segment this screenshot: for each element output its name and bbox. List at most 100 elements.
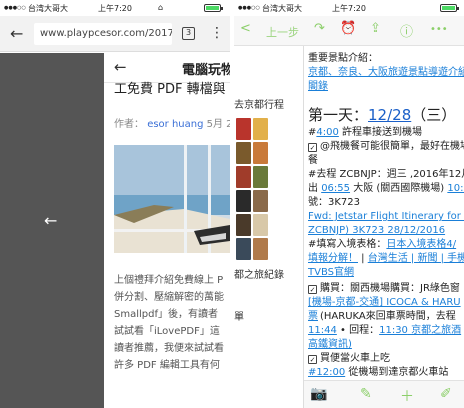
note-text: @飛機餐可能很簡單，最好在機場 xyxy=(320,141,464,152)
body-line: 讀者推薦，我便來試試看 xyxy=(114,343,224,354)
note-text: 從機場到達京都火車站 xyxy=(345,367,449,378)
battery-icon xyxy=(204,4,223,12)
back-icon[interactable]: ← xyxy=(10,24,23,43)
back-arrow-icon[interactable]: ← xyxy=(44,211,57,230)
carrier-name: 台湾大哥大 xyxy=(262,4,302,13)
article-body: 上個禮拜介紹免費線上 P 併分割、壓縮解密的萬能 Smallpdf」後，有讀者 … xyxy=(114,272,230,374)
brush-icon[interactable]: ✐ xyxy=(440,386,452,402)
info-icon[interactable]: ⓘ xyxy=(400,21,413,40)
status-bar: ●●●○○ 台湾大哥大 上午7:20 xyxy=(234,0,464,16)
article-back-icon[interactable]: ← xyxy=(114,58,127,76)
link-hotel-2[interactable]: 高鐵資訊) xyxy=(308,338,352,352)
checkbox-checked-icon[interactable]: ✓ xyxy=(308,285,317,294)
day-heading: 第一天：12/28（三） xyxy=(308,104,456,125)
note-text: 購買：關西機場購買：JR綠色窗 xyxy=(320,283,460,294)
carrier-name: 台湾大哥大 xyxy=(28,4,68,13)
note-text: • 回程： xyxy=(336,325,380,336)
link-kyoto-guide[interactable]: 京都、奈良、大阪旅遊景點導遊介紹 xyxy=(308,66,464,80)
status-time: 上午7:20 xyxy=(98,4,132,13)
checkbox-checked-icon[interactable]: ✓ xyxy=(308,355,317,364)
note-content[interactable]: 重要景點介紹： 京都、奈良、大阪旅遊景點導遊介紹 閣錄 第一天：12/28（三）… xyxy=(304,46,464,380)
checklist-item[interactable]: ✓ @飛機餐可能很簡單，最好在機場 xyxy=(308,140,464,154)
note-text: 號：3K723 xyxy=(308,197,361,208)
signal-icon: ●●●○○ xyxy=(4,5,26,11)
link-taiwan-life[interactable]: 台灣生活 | 新聞 | 手機版 xyxy=(368,253,464,264)
list-item-title[interactable]: 單 xyxy=(234,308,244,323)
link-entry-form-2[interactable]: 填報分解！ xyxy=(308,253,358,264)
list-item-title[interactable]: 去京都行程 xyxy=(234,96,284,111)
note-line: #4:00 許程車接送到機場 xyxy=(308,127,423,138)
note-line: #12:00 從機場到達京都火車站 xyxy=(308,366,448,380)
photo-thumbnails[interactable] xyxy=(236,118,272,266)
note-text: 許程車接送到機場 xyxy=(338,127,423,138)
url-field[interactable]: www.playpcesor.com/2017/0 xyxy=(34,23,172,45)
article-page: ← 電腦玩物 工免費 PDF 轉檔與 作者： esor huang 5月 2 上… xyxy=(104,53,230,408)
browser-url-bar: ← www.playpcesor.com/2017/0 3 ⋮ xyxy=(0,16,230,52)
undo-button[interactable]: 上一步 xyxy=(266,24,299,40)
redo-icon[interactable]: ↷ xyxy=(314,21,325,36)
note-line: 11:44 • 回程：11:30 京都之旅酒 xyxy=(308,324,461,338)
day-weekday: （三） xyxy=(411,106,457,124)
checklist-item[interactable]: ✓ 購買：關西機場購買：JR綠色窗 xyxy=(308,282,460,296)
time-link[interactable]: 06:55 xyxy=(321,183,350,194)
left-phone-screen: ●●●○○ 台湾大哥大 上午7:20 ⌂ ← www.playpcesor.co… xyxy=(0,0,230,408)
link-icoca-2[interactable]: 票 xyxy=(308,310,318,324)
link-flight-itinerary[interactable]: Fwd: Jetstar Flight Itinerary for Book xyxy=(308,210,464,224)
note-line: (HARUKA來回車票時間，去程 xyxy=(320,310,456,324)
time-link[interactable]: #12:00 xyxy=(308,367,345,378)
link-icoca[interactable]: [機場-京都-交通] ICOCA & HARU xyxy=(308,296,461,310)
note-text: 買便當火車上吃 xyxy=(320,353,390,364)
note-text: 出 xyxy=(308,183,322,194)
note-toolbar: < 上一步 ↷ ⏰ ⇪ ⓘ ••• xyxy=(234,16,464,46)
overflow-menu-icon[interactable]: ⋮ xyxy=(210,25,224,41)
note-bottom-toolbar: 📷 ✎ ＋ ✐ xyxy=(304,380,464,408)
time-link[interactable]: 10:30 xyxy=(447,183,464,194)
note-line: 出 06:55 大阪 (關西國際機場) 10:30 xyxy=(308,182,464,196)
time-link[interactable]: 11:44 xyxy=(308,325,337,336)
article-title: 工免費 PDF 轉檔與 xyxy=(114,82,226,97)
back-icon[interactable]: < xyxy=(240,21,251,36)
reminder-icon[interactable]: ⏰ xyxy=(340,21,356,36)
body-line: 試試看「iLovePDF」這 xyxy=(114,326,220,337)
checkbox-checked-icon[interactable]: ✓ xyxy=(308,143,317,152)
day-label: 第一天： xyxy=(308,106,369,124)
author-label: 作者： xyxy=(114,119,144,130)
link-flight-itinerary-2[interactable]: ZCBNJP) 3K723 28/12/2016 xyxy=(308,224,445,238)
note-line: #填寫入境表格：日本入境表格4/ xyxy=(308,238,456,252)
article-author: 作者： esor huang 5月 2 xyxy=(114,115,230,130)
status-time: 上午7:20 xyxy=(332,4,366,13)
notes-list-behind: 去京都行程 都之旅紀錄 單 xyxy=(234,46,304,408)
pen-icon[interactable]: ✎ xyxy=(360,386,372,402)
link-entry-form[interactable]: 日本入境表格4/ xyxy=(386,239,456,250)
add-icon[interactable]: ＋ xyxy=(400,386,414,406)
body-line: Smallpdf」後，有讀者 xyxy=(114,309,218,320)
time-link[interactable]: 4:00 xyxy=(316,127,338,138)
list-item-title[interactable]: 都之旅紀錄 xyxy=(234,266,284,281)
site-title: 電腦玩物 xyxy=(182,63,230,78)
article-date: 5月 2 xyxy=(206,119,230,130)
day-date-link[interactable]: 12/28 xyxy=(368,106,411,124)
article-hero-image xyxy=(114,145,230,253)
body-line: 上個禮拜介紹免費線上 P xyxy=(114,275,224,286)
note-text: 餐 xyxy=(308,155,318,166)
note-text: #填寫入境表格： xyxy=(308,239,387,250)
tab-switcher-button[interactable]: 3 xyxy=(182,27,195,40)
signal-icon: ●●●○○ xyxy=(238,5,260,11)
checklist-item[interactable]: ✓ 買便當火車上吃 xyxy=(308,352,390,366)
author-link[interactable]: esor huang xyxy=(147,119,203,130)
body-line: 併分割、壓縮解密的萬能 xyxy=(114,292,224,303)
link-hotel[interactable]: 京都之旅酒 xyxy=(408,325,461,336)
link-kyoto-guide-2[interactable]: 閣錄 xyxy=(308,80,328,94)
note-text: #去程 ZCBNJP：週三 ,2016年12月2 xyxy=(308,169,464,180)
camera-icon[interactable]: 📷 xyxy=(310,386,327,402)
article-header: ← 電腦玩物 xyxy=(104,53,230,83)
link-tvbs[interactable]: TVBS官網 xyxy=(308,266,354,280)
time-link[interactable]: 11:30 xyxy=(379,325,408,336)
share-icon[interactable]: ⇪ xyxy=(370,21,381,36)
note-heading: 重要景點介紹： xyxy=(308,53,378,64)
note-line: 填報分解！ | 台灣生活 | 新聞 | 手機版 xyxy=(308,252,464,266)
status-bar: ●●●○○ 台湾大哥大 上午7:20 ⌂ xyxy=(0,0,230,16)
swipe-back-overlay[interactable]: ← xyxy=(0,53,104,408)
more-icon[interactable]: ••• xyxy=(430,24,448,35)
battery-icon xyxy=(440,4,459,12)
